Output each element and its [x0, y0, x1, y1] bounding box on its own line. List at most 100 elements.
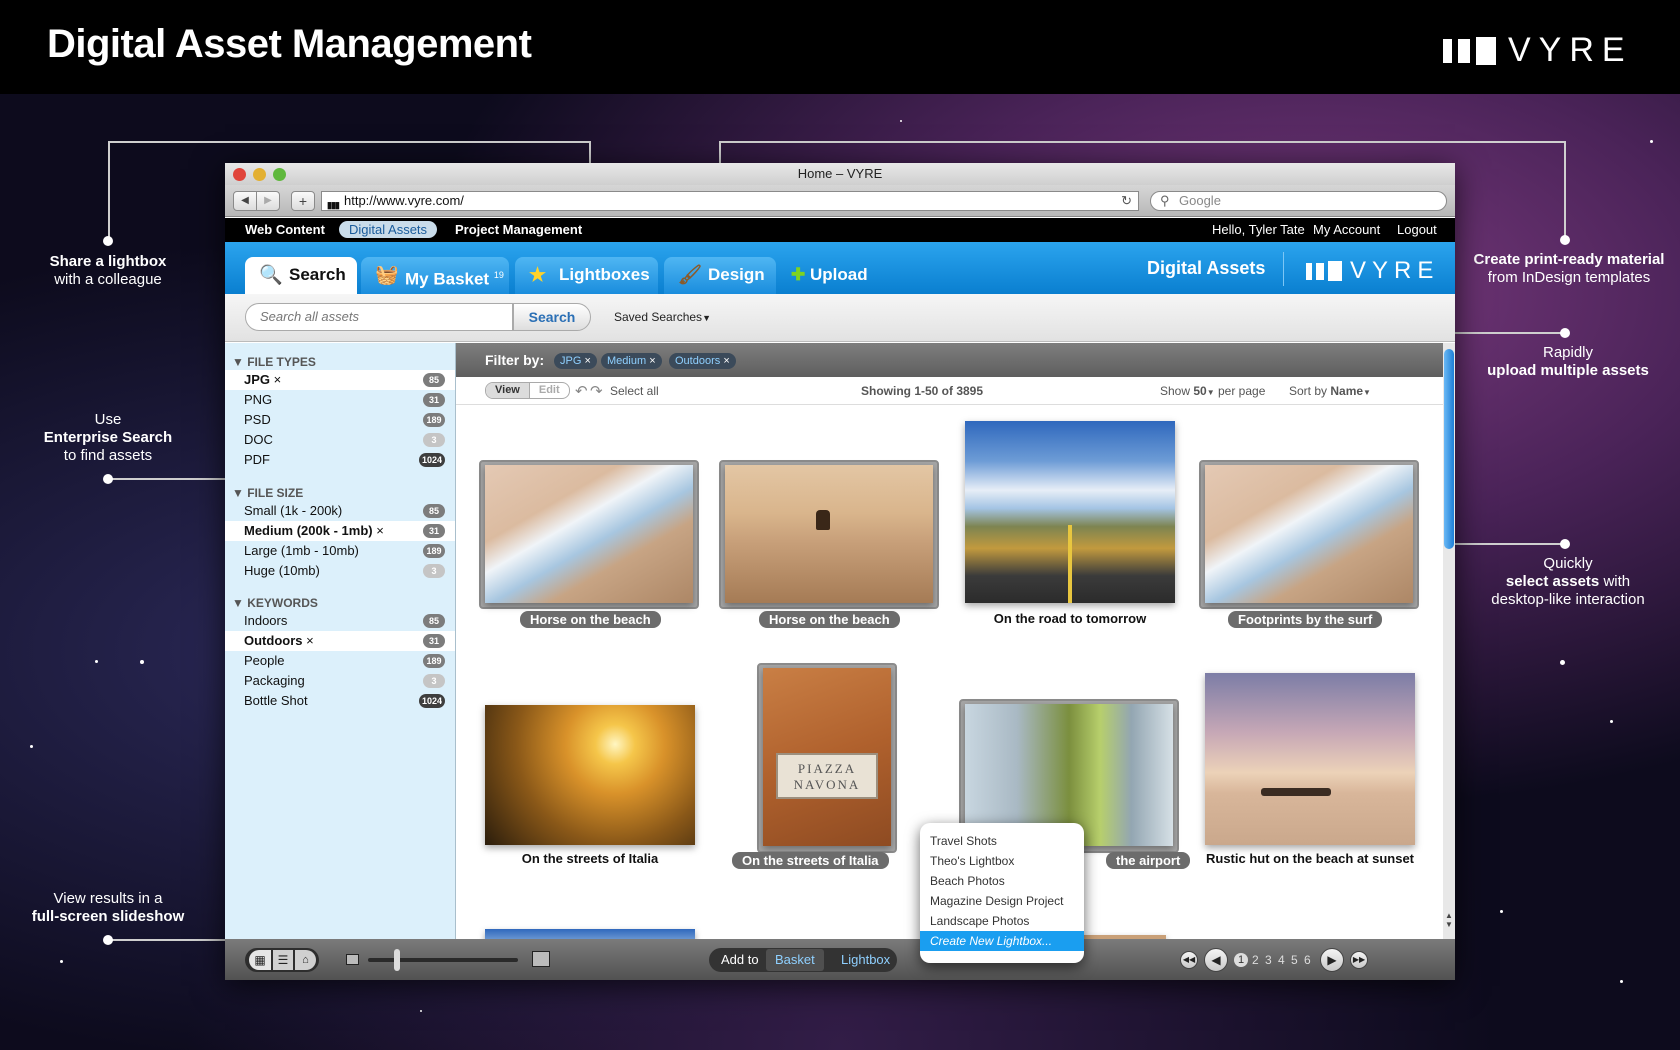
thumbnail-size-slider[interactable] [368, 949, 518, 971]
list-view-icon[interactable]: ☰ [273, 950, 293, 970]
add-bookmark-button[interactable]: + [291, 191, 315, 211]
remove-filter-icon[interactable]: × [274, 372, 282, 387]
add-to-lightbox-button[interactable]: Lightbox [832, 949, 899, 971]
nav-project-management[interactable]: Project Management [455, 222, 582, 237]
section-file-size[interactable]: ▼ FILE SIZE [232, 486, 303, 500]
section-keywords[interactable]: ▼ KEYWORDS [232, 596, 318, 610]
nav-logout[interactable]: Logout [1397, 222, 1437, 237]
add-to-basket-button[interactable]: Basket [766, 949, 824, 971]
edit-button[interactable]: Edit [528, 383, 569, 398]
menu-item[interactable]: Theo's Lightbox [920, 851, 1084, 871]
filter-item[interactable]: Huge (10mb) 3 [225, 561, 455, 581]
sort-dropdown[interactable]: Sort by Name▼ [1289, 384, 1371, 398]
slideshow-icon[interactable]: ⌂ [295, 950, 316, 970]
filter-item[interactable]: Medium (200k - 1mb) × 31 [225, 521, 455, 541]
asset-caption[interactable]: Footprints by the surf [1228, 611, 1383, 628]
small-thumb-icon[interactable] [346, 954, 359, 965]
grid-view-icon[interactable]: ▦ [249, 950, 271, 970]
close-window-button[interactable] [233, 168, 246, 181]
asset-caption[interactable]: On the road to tomorrow [965, 611, 1175, 626]
menu-item[interactable]: Beach Photos [920, 871, 1084, 891]
asset-caption[interactable]: Horse on the beach [759, 611, 900, 628]
nav-my-account[interactable]: My Account [1313, 222, 1380, 237]
asset-caption[interactable]: the airport [1106, 852, 1191, 869]
filter-label: Outdoors [244, 633, 303, 648]
page-5[interactable]: 5 [1291, 953, 1298, 967]
filter-item[interactable]: JPG × 85 [225, 370, 455, 390]
asset-image[interactable] [485, 929, 695, 939]
saved-searches-dropdown[interactable]: Saved Searches▼ [614, 310, 711, 324]
scroll-arrows-icon[interactable]: ▲ ▼ [1445, 911, 1453, 929]
search-button[interactable]: Search [513, 303, 591, 331]
remove-chip-icon[interactable]: × [723, 355, 729, 367]
filter-item[interactable]: Large (1mb - 10mb) 189 [225, 541, 455, 561]
forward-button[interactable]: ▶ [256, 191, 280, 211]
asset-caption[interactable]: Rustic hut on the beach at sunset [1195, 851, 1425, 866]
filter-chip[interactable]: JPG × [554, 353, 597, 369]
slider-knob[interactable] [394, 949, 400, 971]
menu-item[interactable]: Magazine Design Project [920, 891, 1084, 911]
redo-icon[interactable]: ↷ [590, 382, 603, 400]
remove-filter-icon[interactable]: × [306, 633, 314, 648]
page-4[interactable]: 4 [1278, 953, 1285, 967]
reload-icon[interactable]: ↻ [1121, 192, 1132, 210]
asset-image[interactable] [725, 465, 933, 603]
scrollbar-thumb[interactable] [1444, 349, 1454, 549]
filter-item[interactable]: PDF 1024 [225, 450, 455, 470]
callout-line [108, 478, 238, 480]
next-page-icon[interactable]: ▶ [1320, 948, 1344, 972]
tab-search[interactable]: 🔍 Search [245, 257, 357, 294]
filter-item[interactable]: Packaging 3 [225, 671, 455, 691]
upload-button[interactable]: ✚ Upload [791, 257, 868, 294]
tab-lightboxes[interactable]: ★ Lightboxes [515, 257, 658, 294]
asset-image[interactable] [1205, 465, 1413, 603]
large-thumb-icon[interactable] [532, 951, 550, 967]
filter-item[interactable]: Small (1k - 200k) 85 [225, 501, 455, 521]
asset-image[interactable] [485, 705, 695, 845]
menu-item[interactable]: Travel Shots [920, 831, 1084, 851]
filter-item[interactable]: Outdoors × 31 [225, 631, 455, 651]
browser-search-field[interactable]: ⚲ Google [1150, 191, 1447, 211]
create-lightbox-item[interactable]: Create New Lightbox... [920, 931, 1084, 951]
asset-caption[interactable]: On the streets of Italia [732, 852, 889, 869]
filter-chip[interactable]: Medium × [601, 353, 662, 369]
last-page-icon[interactable]: ▶▶ [1350, 951, 1368, 969]
asset-search-input[interactable]: Search all assets [245, 303, 513, 331]
select-all-button[interactable]: Select all [610, 384, 659, 398]
section-file-types[interactable]: ▼ FILE TYPES [232, 355, 316, 369]
scrollbar[interactable]: ▲ ▼ [1443, 343, 1455, 939]
page-3[interactable]: 3 [1265, 953, 1272, 967]
address-bar[interactable]: ▮▮▮ http://www.vyre.com/ ↻ [321, 191, 1139, 211]
remove-filter-icon[interactable]: × [376, 523, 384, 538]
per-page-dropdown[interactable]: Show 50▼ per page [1160, 384, 1265, 398]
asset-caption[interactable]: Horse on the beach [520, 611, 661, 628]
asset-image[interactable] [485, 465, 693, 603]
filter-chip[interactable]: Outdoors × [669, 353, 736, 369]
prev-page-icon[interactable]: ◀ [1204, 948, 1228, 972]
menu-item[interactable]: Landscape Photos [920, 911, 1084, 931]
remove-chip-icon[interactable]: × [649, 355, 655, 367]
filter-item[interactable]: Bottle Shot 1024 [225, 691, 455, 711]
page-2[interactable]: 2 [1252, 953, 1259, 967]
filter-item[interactable]: PNG 31 [225, 390, 455, 410]
tab-my-basket[interactable]: 🧺 My Basket 19 [361, 257, 509, 294]
nav-digital-assets[interactable]: Digital Assets [339, 221, 438, 238]
page-6[interactable]: 6 [1304, 953, 1311, 967]
remove-chip-icon[interactable]: × [584, 355, 590, 367]
minimize-window-button[interactable] [253, 168, 266, 181]
back-button[interactable]: ◀ [233, 191, 257, 211]
filter-item[interactable]: People 189 [225, 651, 455, 671]
filter-item[interactable]: Indoors 85 [225, 611, 455, 631]
star [1560, 660, 1565, 665]
undo-icon[interactable]: ↶ [575, 382, 588, 400]
zoom-window-button[interactable] [273, 168, 286, 181]
nav-web-content[interactable]: Web Content [245, 222, 325, 237]
first-page-icon[interactable]: ◀◀ [1180, 951, 1198, 969]
view-button[interactable]: View [486, 383, 529, 398]
page-1[interactable]: 1 [1234, 953, 1248, 967]
filter-item[interactable]: PSD 189 [225, 410, 455, 430]
tab-design[interactable]: 🖌 Design [664, 257, 776, 294]
filter-item[interactable]: DOC 3 [225, 430, 455, 450]
asset-image[interactable] [1205, 673, 1415, 845]
asset-caption[interactable]: On the streets of Italia [485, 851, 695, 866]
